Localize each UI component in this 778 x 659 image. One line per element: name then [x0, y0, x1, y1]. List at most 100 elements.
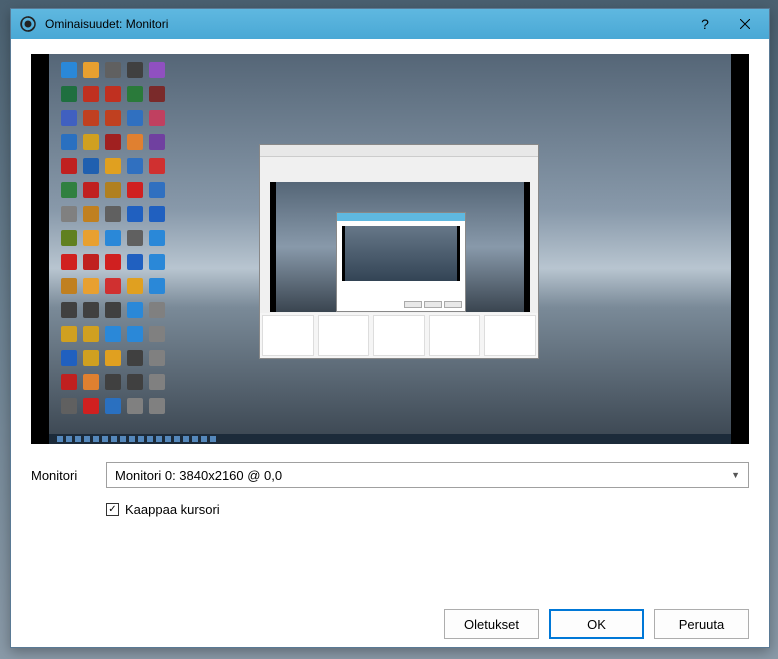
desktop-icon	[83, 326, 99, 342]
monitor-label: Monitori	[31, 468, 106, 483]
desktop-icon	[105, 302, 121, 318]
desktop-icon	[127, 110, 143, 126]
desktop-icon	[127, 62, 143, 78]
desktop-icon	[83, 206, 99, 222]
desktop-icon	[149, 158, 165, 174]
desktop-icon	[61, 206, 77, 222]
desktop-icon	[149, 182, 165, 198]
desktop-icons-grid	[61, 62, 165, 414]
desktop-icon	[83, 254, 99, 270]
button-row: Oletukset OK Peruuta	[31, 597, 749, 639]
cancel-button[interactable]: Peruuta	[654, 609, 749, 639]
desktop-icon	[149, 254, 165, 270]
desktop-icon	[61, 110, 77, 126]
desktop-icon	[61, 86, 77, 102]
desktop-icon	[61, 182, 77, 198]
nested-dialog-preview	[342, 226, 460, 281]
spacer	[31, 517, 749, 597]
desktop-icon	[149, 278, 165, 294]
capture-cursor-checkbox[interactable]: ✓	[106, 503, 119, 516]
desktop-icon	[61, 134, 77, 150]
desktop-icon	[149, 302, 165, 318]
desktop-icon	[127, 158, 143, 174]
preview-desktop	[49, 54, 731, 444]
desktop-icon	[83, 158, 99, 174]
capture-cursor-row: ✓ Kaappaa kursori	[106, 502, 749, 517]
dialog-content: Monitori Monitori 0: 3840x2160 @ 0,0 ▼ ✓…	[11, 39, 769, 647]
ok-button[interactable]: OK	[549, 609, 644, 639]
desktop-icon	[105, 230, 121, 246]
chevron-down-icon: ▼	[731, 470, 740, 480]
monitor-select[interactable]: Monitori 0: 3840x2160 @ 0,0 ▼	[106, 462, 749, 488]
desktop-icon	[105, 158, 121, 174]
nested-window-panels	[260, 313, 538, 358]
nested-panel	[373, 315, 425, 356]
help-button[interactable]: ?	[685, 10, 725, 38]
nested-btn	[444, 301, 462, 308]
app-icon	[19, 15, 37, 33]
desktop-icon	[127, 278, 143, 294]
desktop-icon	[61, 254, 77, 270]
desktop-icon	[61, 350, 77, 366]
desktop-icon	[83, 398, 99, 414]
desktop-icon	[105, 254, 121, 270]
desktop-icon	[105, 374, 121, 390]
desktop-icon	[149, 62, 165, 78]
desktop-icon	[83, 62, 99, 78]
desktop-icon	[105, 86, 121, 102]
desktop-icon	[127, 206, 143, 222]
desktop-icon	[149, 326, 165, 342]
desktop-icon	[105, 62, 121, 78]
desktop-icon	[83, 110, 99, 126]
desktop-icon	[105, 398, 121, 414]
desktop-icon	[127, 350, 143, 366]
desktop-icon	[127, 374, 143, 390]
desktop-icon	[61, 62, 77, 78]
desktop-icon	[83, 350, 99, 366]
desktop-icon	[61, 374, 77, 390]
close-button[interactable]	[725, 10, 765, 38]
desktop-icon	[83, 278, 99, 294]
titlebar[interactable]: Ominaisuudet: Monitori ?	[11, 9, 769, 39]
desktop-icon	[105, 206, 121, 222]
desktop-icon	[127, 326, 143, 342]
nested-window-body	[260, 157, 538, 358]
desktop-icon	[105, 278, 121, 294]
window-title: Ominaisuudet: Monitori	[45, 17, 685, 31]
nested-panel	[262, 315, 314, 356]
nested-panel	[484, 315, 536, 356]
desktop-icon	[127, 230, 143, 246]
monitor-select-value: Monitori 0: 3840x2160 @ 0,0	[115, 468, 282, 483]
nested-panel	[429, 315, 481, 356]
capture-cursor-label[interactable]: Kaappaa kursori	[125, 502, 220, 517]
desktop-icon	[149, 206, 165, 222]
nested-btn	[424, 301, 442, 308]
desktop-icon	[83, 302, 99, 318]
desktop-icon	[127, 134, 143, 150]
nested-dialog-body	[337, 221, 465, 311]
capture-preview	[31, 54, 749, 444]
desktop-icon	[149, 86, 165, 102]
desktop-icon	[127, 254, 143, 270]
desktop-icon	[61, 278, 77, 294]
desktop-icon	[127, 182, 143, 198]
nested-dialog-buttons	[404, 301, 462, 308]
desktop-icon	[61, 326, 77, 342]
nested-preview-desktop	[276, 182, 524, 312]
defaults-button[interactable]: Oletukset	[444, 609, 539, 639]
desktop-icon	[83, 182, 99, 198]
desktop-icon	[105, 134, 121, 150]
desktop-icon	[149, 374, 165, 390]
desktop-icon	[83, 374, 99, 390]
desktop-icon	[61, 230, 77, 246]
monitor-row: Monitori Monitori 0: 3840x2160 @ 0,0 ▼	[31, 462, 749, 488]
desktop-icon	[149, 230, 165, 246]
desktop-icon	[61, 302, 77, 318]
desktop-icon	[127, 302, 143, 318]
desktop-icon	[149, 110, 165, 126]
nested-window	[259, 144, 539, 359]
desktop-icon	[61, 398, 77, 414]
desktop-icon	[127, 398, 143, 414]
nested-preview	[270, 182, 530, 312]
nested-dialog-titlebar	[337, 213, 465, 221]
